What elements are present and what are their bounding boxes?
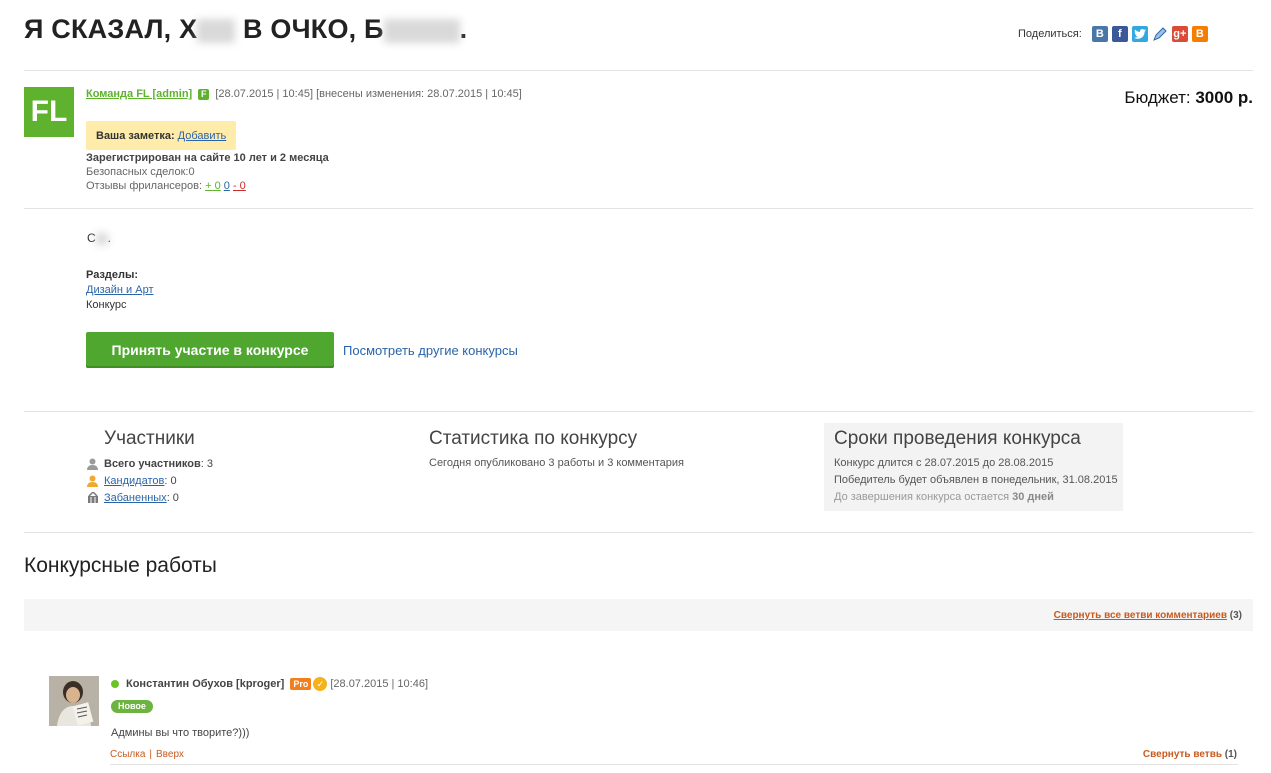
new-badge: Новое: [111, 700, 153, 713]
banned-link[interactable]: Забаненных: [104, 492, 167, 504]
terms-remaining: До завершения конкурса остается 30 дней: [834, 491, 1054, 503]
googleplus-icon[interactable]: g+: [1171, 26, 1188, 42]
candidates-value: : 0: [164, 474, 177, 487]
page-title: Я СКАЗАЛ, Х В ОЧКО, Б.: [24, 14, 467, 45]
share-label: Поделиться:: [1018, 28, 1082, 40]
comment-date: [28.07.2015 | 10:46]: [330, 678, 429, 690]
blogger-icon[interactable]: B: [1191, 26, 1208, 42]
reviews-info: Отзывы фрилансеров: + 0 0 - 0: [86, 180, 246, 192]
budget-label: Бюджет:: [1124, 88, 1191, 107]
post-date: [28.07.2015 | 10:45]: [215, 88, 314, 100]
category-kind: Конкурс: [86, 299, 127, 311]
participants-candidates: Кандидатов: 0: [86, 474, 177, 487]
facebook-icon[interactable]: f: [1111, 26, 1128, 42]
verified-icon: ✓: [313, 677, 328, 691]
participants-total: Всего участников: 3: [86, 457, 213, 470]
link-separator: |: [149, 749, 153, 760]
reviews-positive-link[interactable]: + 0: [205, 180, 221, 192]
divider: [24, 70, 1253, 71]
safe-deals-info: Безопасных сделок:0: [86, 166, 195, 178]
reviews-neutral-link[interactable]: 0: [224, 180, 230, 192]
banned-value: : 0: [166, 491, 179, 504]
divider: [24, 411, 1253, 412]
fl-badge-icon: F: [198, 88, 210, 100]
budget: Бюджет: 3000 р.: [1124, 88, 1253, 108]
commenter-name[interactable]: Константин Обухов [kproger]: [126, 678, 284, 690]
comment-text: Админы вы что творите?))): [111, 727, 250, 739]
participate-button[interactable]: Принять участие в конкурсе: [86, 332, 334, 368]
comment-up-link[interactable]: Вверх: [156, 749, 184, 760]
title-part-3: .: [459, 14, 468, 44]
reviews-negative-link[interactable]: - 0: [233, 180, 246, 192]
censored-word: [383, 18, 460, 43]
participants-banned: Забаненных: 0: [86, 491, 179, 504]
collapse-branch-count: (1): [1224, 749, 1237, 760]
collapse-branch: Свернуть ветвь (1): [1143, 749, 1237, 760]
total-participants-label: Всего участников: [104, 457, 201, 470]
online-status-icon: [111, 680, 119, 688]
commenter-avatar[interactable]: [49, 676, 99, 726]
add-note-link[interactable]: Добавить: [178, 130, 227, 142]
comment-divider: [110, 764, 1238, 765]
works-heading: Конкурсные работы: [24, 554, 217, 577]
terms-duration: Конкурс длится с 28.07.2015 до 28.08.201…: [834, 457, 1054, 469]
terms-heading: Сроки проведения конкурса: [834, 428, 1081, 449]
comment-permalink[interactable]: Ссылка: [110, 749, 145, 760]
candidates-link[interactable]: Кандидатов: [104, 475, 164, 487]
collapse-all-link[interactable]: Свернуть все ветви комментариев: [1054, 610, 1227, 621]
sections-heading: Разделы:: [86, 269, 139, 281]
description-start: С: [87, 231, 96, 245]
pro-badge: Pro: [290, 678, 312, 690]
remaining-label: До завершения конкурса остается: [834, 491, 1010, 503]
terms-winner: Победитель будет объявлен в понедельник,…: [834, 474, 1118, 486]
vk-icon[interactable]: B: [1091, 26, 1108, 42]
contest-stats-text: Сегодня опубликовано 3 работы и 3 коммен…: [429, 457, 685, 469]
twitter-icon[interactable]: [1131, 26, 1148, 42]
budget-value: 3000 р.: [1195, 88, 1253, 107]
other-contests-link[interactable]: Посмотреть другие конкурсы: [343, 343, 518, 358]
title-part-2: В ОЧКО, Б: [235, 14, 384, 44]
description-end: .: [107, 231, 112, 245]
title-part-1: Я СКАЗАЛ, Х: [24, 14, 198, 44]
comment-header: Константин Обухов [kproger] Pro ✓ [28.07…: [111, 677, 428, 691]
author-line: Команда FL [admin] F [28.07.2015 | 10:45…: [86, 88, 522, 100]
censored-word: [197, 18, 236, 43]
modified-date: [внесены изменения: 28.07.2015 | 10:45]: [316, 88, 522, 100]
total-participants-value: : 3: [200, 457, 213, 470]
collapse-all: Свернуть все ветви комментариев (3): [1054, 610, 1242, 621]
participants-heading: Участники: [104, 428, 195, 449]
note-label: Ваша заметка:: [96, 129, 175, 142]
note-box: Ваша заметка: Добавить: [86, 121, 237, 150]
contest-stats-heading: Статистика по конкурсу: [429, 428, 638, 449]
category-link[interactable]: Дизайн и Арт: [86, 284, 153, 296]
divider: [24, 532, 1253, 533]
livejournal-icon[interactable]: [1151, 26, 1168, 42]
author-name-link[interactable]: Команда FL [admin]: [86, 88, 192, 100]
remaining-value: 30 дней: [1012, 491, 1054, 503]
collapse-branch-link[interactable]: Свернуть ветвь: [1143, 749, 1222, 760]
reviews-label: Отзывы фрилансеров:: [86, 180, 203, 192]
candidate-icon: [86, 474, 99, 487]
avatar[interactable]: FL: [24, 87, 74, 137]
collapse-all-count: (3): [1229, 610, 1242, 621]
user-icon: [86, 457, 99, 470]
project-description: С.: [87, 231, 111, 245]
banned-icon: [86, 491, 99, 504]
comment-links: Ссылка | Вверх: [110, 749, 184, 760]
registration-info: Зарегистрирован на сайте 10 лет и 2 меся…: [86, 152, 329, 164]
divider: [24, 208, 1253, 209]
censored-word: [95, 232, 108, 245]
share-bar: Поделиться: B f g+ B: [1018, 26, 1208, 42]
